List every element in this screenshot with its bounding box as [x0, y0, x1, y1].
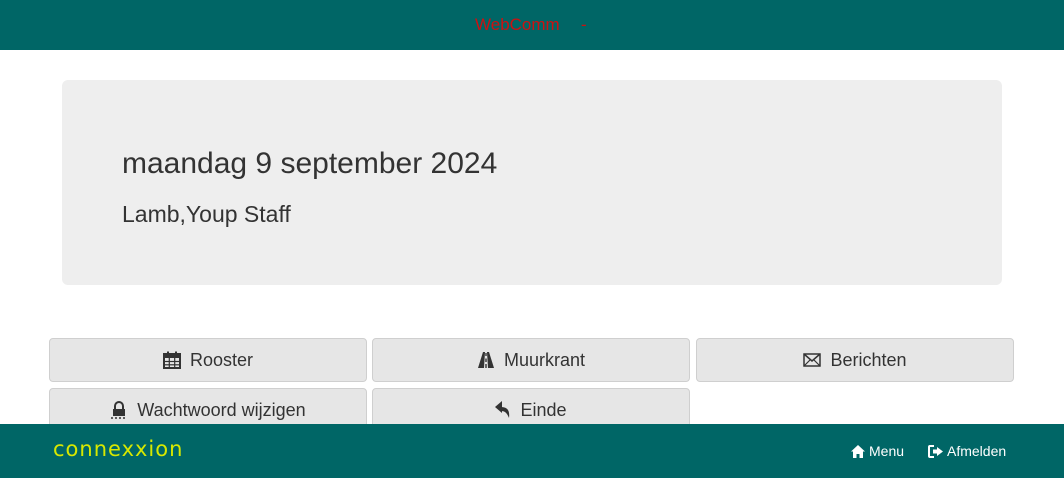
envelope-icon [803, 353, 822, 367]
afmelden-link[interactable]: Afmelden [928, 443, 1006, 459]
connexxion-logo: connexxion [53, 437, 184, 461]
welcome-panel: maandag 9 september 2024 Lamb,Youp Staff [62, 80, 1002, 285]
calendar-icon [162, 351, 181, 369]
brand-link[interactable]: WebComm [475, 15, 560, 35]
bottom-navbar: connexxion Menu Afmelden [0, 424, 1064, 478]
lock-icon [111, 401, 126, 419]
top-navbar: WebComm - [0, 0, 1064, 50]
muurkrant-button[interactable]: Muurkrant [372, 338, 690, 382]
user-name: Lamb,Youp Staff [122, 201, 291, 227]
afmelden-label: Afmelden [947, 443, 1007, 459]
reply-icon [495, 401, 510, 418]
current-date: maandag 9 september 2024 [122, 147, 498, 180]
einde-label: Einde [520, 399, 567, 420]
brand-separator: - [581, 15, 587, 34]
berichten-button[interactable]: Berichten [696, 338, 1014, 382]
menu-label: Menu [869, 443, 905, 459]
berichten-label: Berichten [830, 349, 907, 370]
road-icon [477, 352, 494, 368]
home-icon [851, 444, 865, 458]
rooster-button[interactable]: Rooster [49, 338, 367, 382]
sign-out-icon [928, 444, 943, 458]
menu-link[interactable]: Menu [851, 443, 904, 459]
muurkrant-label: Muurkrant [503, 349, 586, 370]
rooster-label: Rooster [189, 349, 254, 370]
wachtwoord-label: Wachtwoord wijzigen [137, 399, 306, 420]
